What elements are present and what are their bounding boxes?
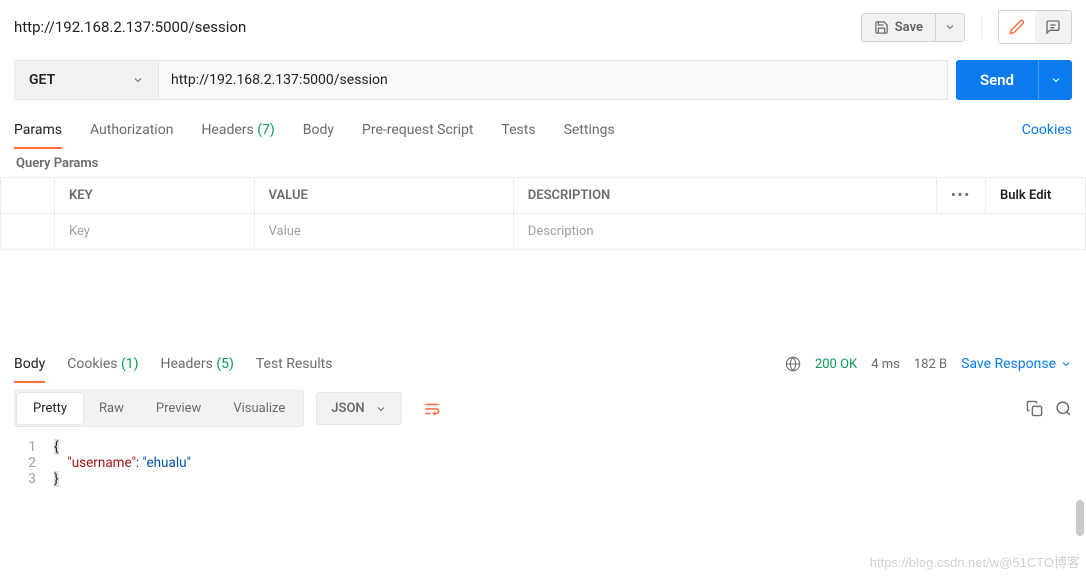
watermark: https://blog.csdn.net/w@51CTO博客 (870, 552, 1080, 571)
chevron-down-icon (375, 403, 387, 415)
tab-authorization[interactable]: Authorization (90, 112, 173, 148)
status-code: 200 OK (815, 357, 857, 372)
save-response-button[interactable]: Save Response (961, 356, 1072, 372)
save-dropdown[interactable] (935, 14, 964, 41)
tab-headers[interactable]: Headers (7) (201, 112, 274, 148)
params-table: KEY VALUE DESCRIPTION ••• Bulk Edit Key … (0, 177, 1086, 250)
resp-cookies-label: Cookies (67, 356, 117, 372)
json-key: "username" (67, 455, 136, 471)
view-raw[interactable]: Raw (83, 393, 140, 424)
request-title: http://192.168.2.137:5000/session (14, 18, 853, 36)
globe-icon[interactable] (785, 356, 801, 372)
resp-headers-label: Headers (161, 356, 213, 372)
save-icon (874, 20, 889, 35)
wrap-lines-button[interactable] (414, 392, 450, 426)
response-body[interactable]: 1{ 2 "username": "ehualu" 3} (0, 435, 1086, 487)
save-response-label: Save Response (961, 356, 1056, 372)
wrap-icon (423, 400, 441, 418)
save-button[interactable]: Save (862, 14, 935, 41)
response-tabs: Body Cookies (1) Headers (5) Test Result… (0, 346, 1086, 382)
view-pretty[interactable]: Pretty (17, 393, 83, 424)
view-mode-tabs: Pretty Raw Preview Visualize (14, 390, 304, 427)
chevron-down-icon (944, 21, 956, 33)
col-check (1, 178, 55, 214)
language-select[interactable]: JSON (316, 392, 401, 425)
search-icon (1055, 400, 1072, 417)
query-params-label: Query Params (0, 148, 1086, 177)
col-key: KEY (55, 178, 255, 214)
key-cell[interactable]: Key (55, 214, 255, 250)
resp-tab-body[interactable]: Body (14, 346, 45, 382)
language-label: JSON (331, 401, 364, 416)
tab-tests[interactable]: Tests (501, 112, 535, 148)
pencil-icon (1009, 19, 1025, 35)
resp-tab-headers[interactable]: Headers (5) (161, 346, 234, 382)
tab-headers-label: Headers (201, 122, 253, 138)
tab-params[interactable]: Params (14, 112, 62, 148)
bulk-edit-button[interactable]: Bulk Edit (986, 178, 1086, 214)
request-line: GET Send (0, 54, 1086, 112)
scrollbar[interactable] (1076, 500, 1084, 536)
tab-prerequest[interactable]: Pre-request Script (362, 112, 473, 148)
copy-button[interactable] (1026, 400, 1043, 417)
json-value: "ehualu" (143, 455, 191, 471)
resp-tab-cookies[interactable]: Cookies (1) (67, 346, 138, 382)
request-tabs: Params Authorization Headers (7) Body Pr… (0, 112, 1086, 148)
view-preview[interactable]: Preview (140, 393, 217, 424)
value-cell[interactable]: Value (254, 214, 513, 250)
chevron-down-icon (1050, 74, 1062, 86)
resp-cookies-count: (1) (121, 356, 139, 372)
col-description: DESCRIPTION (513, 178, 936, 214)
method-select[interactable]: GET (14, 60, 159, 100)
tab-headers-count: (7) (257, 122, 275, 138)
tab-body[interactable]: Body (303, 112, 334, 148)
response-time: 4 ms (871, 357, 900, 372)
code-brace-open: { (54, 439, 59, 455)
col-more[interactable]: ••• (936, 178, 985, 214)
comment-button[interactable] (1035, 11, 1071, 43)
table-row[interactable]: Key Value Description (1, 214, 1086, 250)
cookies-link[interactable]: Cookies (1022, 112, 1072, 148)
response-meta: 200 OK 4 ms 182 B Save Response (785, 356, 1072, 372)
send-dropdown[interactable] (1038, 60, 1072, 100)
copy-icon (1026, 400, 1043, 417)
desc-cell[interactable]: Description (513, 214, 1085, 250)
tab-settings[interactable]: Settings (564, 112, 615, 148)
col-value: VALUE (254, 178, 513, 214)
divider (981, 15, 982, 39)
response-size: 182 B (914, 357, 947, 372)
url-input[interactable] (159, 60, 948, 100)
request-header: http://192.168.2.137:5000/session Save (0, 0, 1086, 54)
header-icon-group (998, 10, 1072, 44)
chevron-down-icon (132, 74, 144, 86)
send-button[interactable]: Send (956, 60, 1038, 100)
chevron-down-icon (1060, 358, 1072, 370)
search-button[interactable] (1055, 400, 1072, 417)
view-visualize[interactable]: Visualize (217, 393, 301, 424)
send-group: Send (956, 60, 1072, 100)
code-brace-close: } (54, 471, 59, 487)
comment-icon (1045, 19, 1061, 35)
method-label: GET (29, 72, 55, 88)
body-toolbar: Pretty Raw Preview Visualize JSON (0, 382, 1086, 435)
resp-headers-count: (5) (216, 356, 234, 372)
more-icon: ••• (951, 188, 971, 203)
save-button-group: Save (861, 13, 965, 42)
edit-button[interactable] (999, 11, 1035, 43)
resp-tab-test-results[interactable]: Test Results (256, 346, 333, 382)
save-label: Save (895, 20, 923, 35)
